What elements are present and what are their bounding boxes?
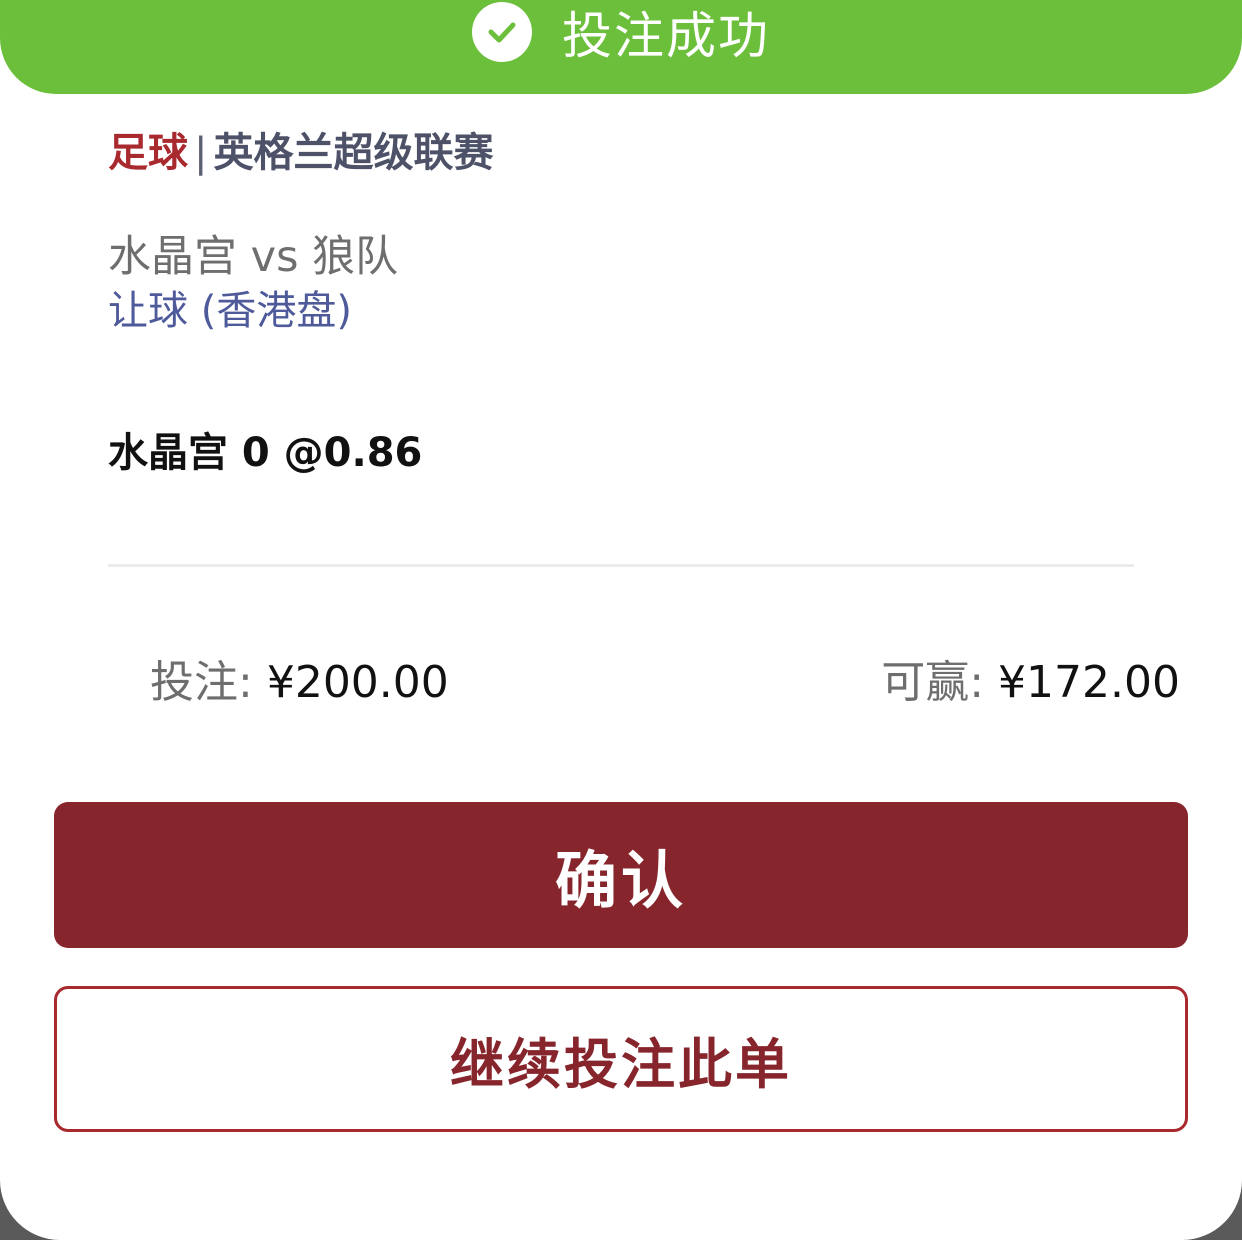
continue-betting-button[interactable]: 继续投注此单 [54, 986, 1188, 1132]
check-circle-icon [472, 2, 532, 62]
potential-win: 可赢: ¥172.00 [881, 646, 1180, 710]
checkmark-icon [488, 22, 516, 43]
stake-amount: 投注: ¥200.00 [150, 646, 449, 710]
success-banner-content: 投注成功 [472, 0, 770, 68]
payout-value: ¥172.00 [998, 657, 1180, 708]
bet-selection: 水晶宫 0 @0.86 [108, 430, 423, 476]
payout-label: 可赢: [881, 657, 985, 708]
bet-receipt-sheet: 投注成功 足球 | 英格兰超级联赛 水晶宫 vs 狼队 让球 (香港盘) 水晶宫 0… [0, 0, 1242, 1240]
league-header: 足球 | 英格兰超级联赛 [108, 120, 493, 178]
stake-label: 投注: [150, 657, 253, 708]
league-name: 英格兰超级联赛 [213, 130, 494, 176]
divider [108, 564, 1134, 567]
success-message: 投注成功 [562, 7, 770, 65]
stake-value: ¥200.00 [266, 657, 449, 708]
match-teams: 水晶宫 vs 狼队 [108, 232, 399, 282]
market-type: 让球 (香港盘) [108, 288, 352, 334]
success-banner: 投注成功 [0, 0, 1242, 94]
league-separator: | [194, 130, 208, 176]
sport-label: 足球 [108, 130, 188, 176]
confirm-button[interactable]: 确认 [54, 802, 1188, 948]
